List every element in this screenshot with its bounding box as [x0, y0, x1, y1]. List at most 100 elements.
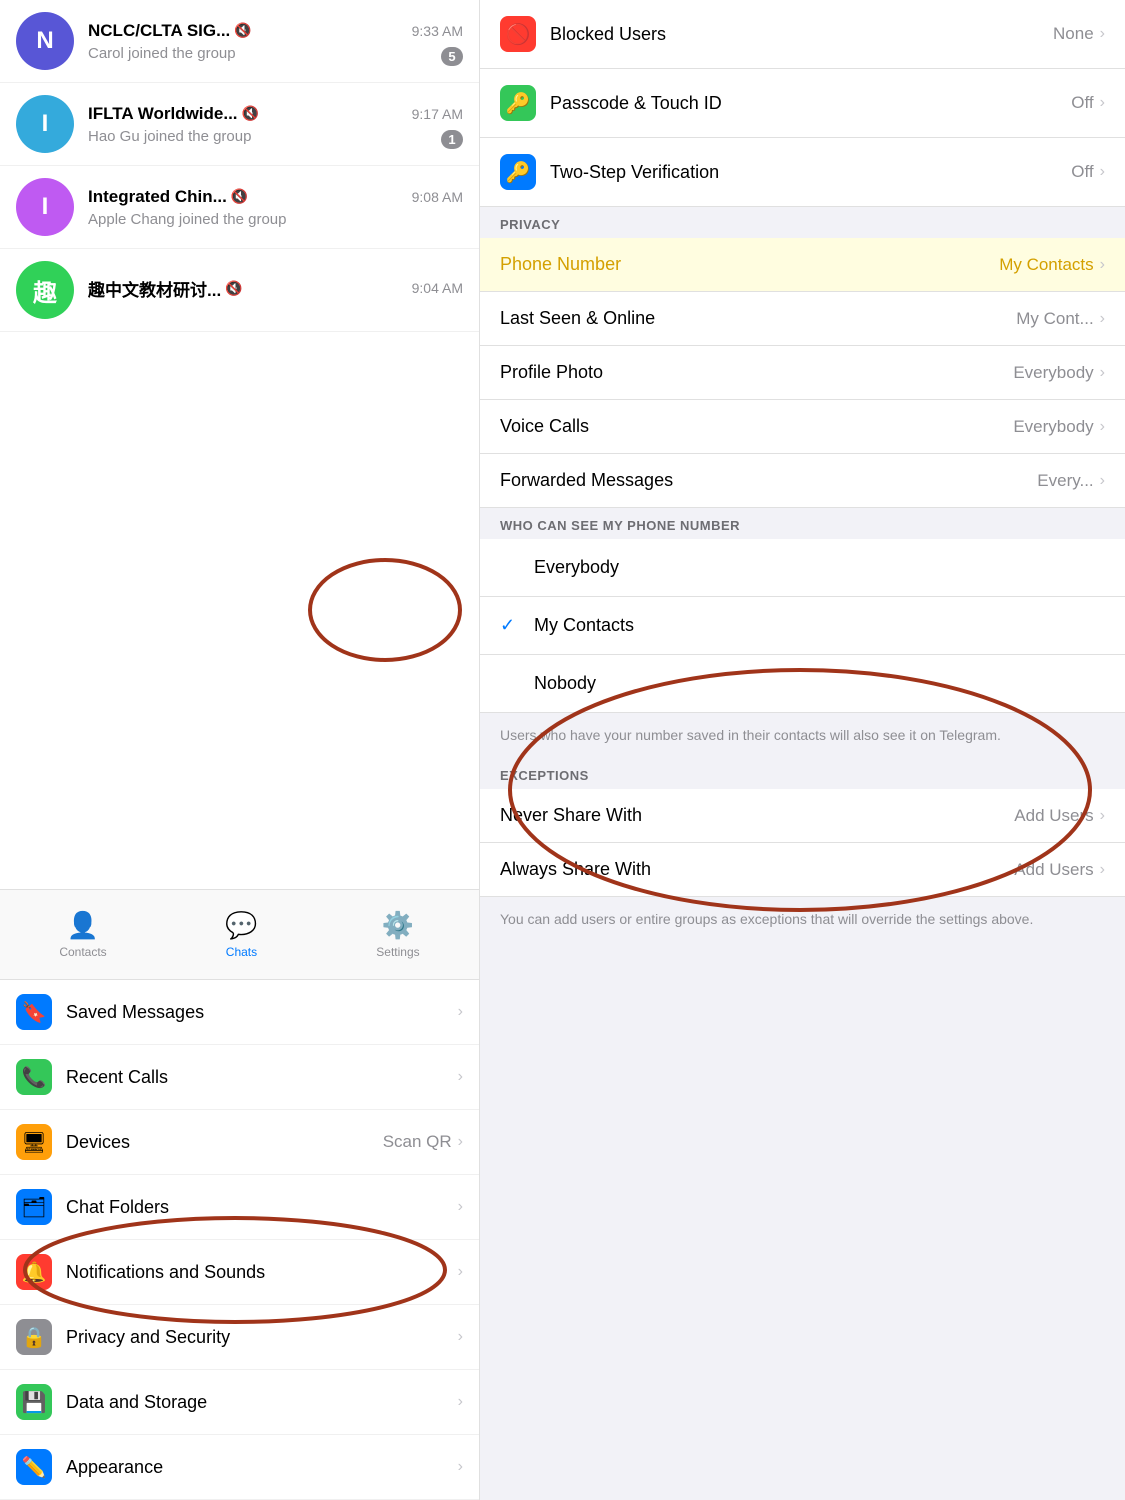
unread-badge: 1: [441, 130, 463, 149]
chat-time: 9:33 AM: [412, 23, 463, 39]
privacy-label-lastseen: Last Seen & Online: [500, 308, 1016, 329]
security-item-twostep[interactable]: 🔑 Two-Step Verification Off ›: [480, 138, 1125, 207]
privacy-value-voicecalls: Everybody: [1013, 417, 1093, 437]
settings-label-appearance: Appearance: [66, 1457, 458, 1478]
mute-icon: 🔇: [231, 188, 248, 205]
settings-item-calls[interactable]: 📞 Recent Calls ›: [0, 1045, 479, 1110]
chat-preview: Hao Gu joined the group: [88, 128, 463, 145]
settings-value-devices: Scan QR: [383, 1132, 452, 1152]
phone-option-mycontacts[interactable]: ✓ My Contacts: [480, 597, 1125, 655]
settings-item-devices[interactable]: 🖥 Devices Scan QR ›: [0, 1110, 479, 1175]
phone-option-label-mycontacts: My Contacts: [534, 615, 1105, 636]
privacy-item-forwarded[interactable]: Forwarded Messages Every... ›: [480, 454, 1125, 508]
privacy-item-phone[interactable]: Phone Number My Contacts ›: [480, 238, 1125, 292]
phone-option-nobody[interactable]: Nobody: [480, 655, 1125, 713]
exceptions-label-nevershare: Never Share With: [500, 805, 1014, 826]
who-can-see-header: WHO CAN SEE MY PHONE NUMBER: [480, 508, 1125, 539]
settings-label-privacy: Privacy and Security: [66, 1327, 458, 1348]
exceptions-label-alwaysshare: Always Share With: [500, 859, 1014, 880]
chevron-icon: ›: [1100, 256, 1105, 274]
chevron-icon: ›: [458, 1263, 463, 1281]
mute-icon: 🔇: [234, 22, 251, 39]
settings-item-notifications[interactable]: 🔔 Notifications and Sounds ›: [0, 1240, 479, 1305]
privacy-value-profilephoto: Everybody: [1013, 363, 1093, 383]
privacy-items-section: Phone Number My Contacts › Last Seen & O…: [480, 238, 1125, 508]
chat-item-integrated[interactable]: I Integrated Chin... 🔇 9:08 AM Apple Cha…: [0, 166, 479, 249]
chevron-icon: ›: [458, 1328, 463, 1346]
right-icon-blocked: 🚫: [500, 16, 536, 52]
settings-label-storage: Data and Storage: [66, 1392, 458, 1413]
phone-option-everybody[interactable]: Everybody: [480, 539, 1125, 597]
security-item-passcode[interactable]: 🔑 Passcode & Touch ID Off ›: [480, 69, 1125, 138]
chat-name: NCLC/CLTA SIG... 🔇: [88, 21, 252, 41]
privacy-label-forwarded: Forwarded Messages: [500, 470, 1037, 491]
phone-option-label-everybody: Everybody: [534, 557, 1105, 578]
security-item-blocked[interactable]: 🚫 Blocked Users None ›: [480, 0, 1125, 69]
chat-item-zhongwen[interactable]: 趣 趣中文教材研讨... 🔇 9:04 AM: [0, 249, 479, 332]
chevron-icon: ›: [1100, 310, 1105, 328]
tab-icon-settings: ⚙️: [382, 910, 414, 941]
chevron-icon: ›: [1100, 472, 1105, 490]
settings-label-notifications: Notifications and Sounds: [66, 1262, 458, 1283]
tab-label-contacts: Contacts: [59, 945, 106, 959]
settings-label-folders: Chat Folders: [66, 1197, 458, 1218]
privacy-item-profilephoto[interactable]: Profile Photo Everybody ›: [480, 346, 1125, 400]
privacy-item-voicecalls[interactable]: Voice Calls Everybody ›: [480, 400, 1125, 454]
exceptions-item-nevershare[interactable]: Never Share With Add Users ›: [480, 789, 1125, 843]
right-value-blocked: None: [1053, 24, 1094, 44]
chat-content: Integrated Chin... 🔇 9:08 AM Apple Chang…: [88, 187, 463, 228]
tab-label-settings: Settings: [376, 945, 419, 959]
avatar: N: [16, 12, 74, 70]
chat-time: 9:08 AM: [412, 189, 463, 205]
privacy-value-lastseen: My Cont...: [1016, 309, 1093, 329]
right-label-blocked: Blocked Users: [550, 24, 1053, 45]
chat-name: 趣中文教材研讨... 🔇: [88, 276, 243, 301]
settings-label-devices: Devices: [66, 1132, 383, 1153]
settings-icon-notifications: 🔔: [16, 1254, 52, 1290]
settings-label-saved: Saved Messages: [66, 1002, 458, 1023]
privacy-item-lastseen[interactable]: Last Seen & Online My Cont... ›: [480, 292, 1125, 346]
chevron-icon: ›: [458, 1133, 463, 1151]
tab-contacts[interactable]: 👤 Contacts: [39, 902, 126, 967]
chevron-icon: ›: [1100, 807, 1105, 825]
chevron-icon: ›: [1100, 25, 1105, 43]
security-section: 🚫 Blocked Users None › 🔑 Passcode & Touc…: [480, 0, 1125, 207]
tab-icon-chats: 💬: [225, 910, 257, 941]
privacy-section-header: PRIVACY: [480, 207, 1125, 238]
right-icon-twostep: 🔑: [500, 154, 536, 190]
settings-item-folders[interactable]: 🗂 Chat Folders ›: [0, 1175, 479, 1240]
privacy-label-voicecalls: Voice Calls: [500, 416, 1013, 437]
chat-item-iflta[interactable]: I IFLTA Worldwide... 🔇 9:17 AM Hao Gu jo…: [0, 83, 479, 166]
settings-item-privacy[interactable]: 🔒 Privacy and Security ›: [0, 1305, 479, 1370]
chat-item-nclc[interactable]: N NCLC/CLTA SIG... 🔇 9:33 AM Carol joine…: [0, 0, 479, 83]
tab-settings[interactable]: ⚙️ Settings: [356, 902, 439, 967]
phone-option-label-nobody: Nobody: [534, 673, 1105, 694]
tab-chats[interactable]: 💬 Chats: [205, 902, 277, 967]
chevron-icon: ›: [1100, 418, 1105, 436]
settings-label-calls: Recent Calls: [66, 1067, 458, 1088]
settings-item-saved[interactable]: 🔖 Saved Messages ›: [0, 980, 479, 1045]
chevron-icon: ›: [458, 1198, 463, 1216]
settings-icon-privacy: 🔒: [16, 1319, 52, 1355]
exceptions-value-nevershare: Add Users: [1014, 806, 1093, 826]
chevron-icon: ›: [458, 1068, 463, 1086]
exceptions-section: Never Share With Add Users › Always Shar…: [480, 789, 1125, 897]
exceptions-item-alwaysshare[interactable]: Always Share With Add Users ›: [480, 843, 1125, 897]
settings-item-appearance[interactable]: ✏️ Appearance ›: [0, 1435, 479, 1500]
privacy-value-forwarded: Every...: [1037, 471, 1093, 491]
phone-options-section: Everybody ✓ My Contacts Nobody: [480, 539, 1125, 713]
settings-icon-storage: 💾: [16, 1384, 52, 1420]
right-icon-passcode: 🔑: [500, 85, 536, 121]
chat-name: IFLTA Worldwide... 🔇: [88, 104, 259, 124]
chat-content: 趣中文教材研讨... 🔇 9:04 AM: [88, 276, 463, 305]
privacy-label-phone: Phone Number: [500, 254, 999, 275]
chat-preview: Apple Chang joined the group: [88, 211, 463, 228]
settings-item-storage[interactable]: 💾 Data and Storage ›: [0, 1370, 479, 1435]
avatar: 趣: [16, 261, 74, 319]
settings-icon-folders: 🗂: [16, 1189, 52, 1225]
privacy-value-phone: My Contacts: [999, 255, 1093, 275]
settings-icon-devices: 🖥: [16, 1124, 52, 1160]
exceptions-header: EXCEPTIONS: [480, 758, 1125, 789]
chat-time: 9:17 AM: [412, 106, 463, 122]
exceptions-note: You can add users or entire groups as ex…: [480, 897, 1125, 942]
